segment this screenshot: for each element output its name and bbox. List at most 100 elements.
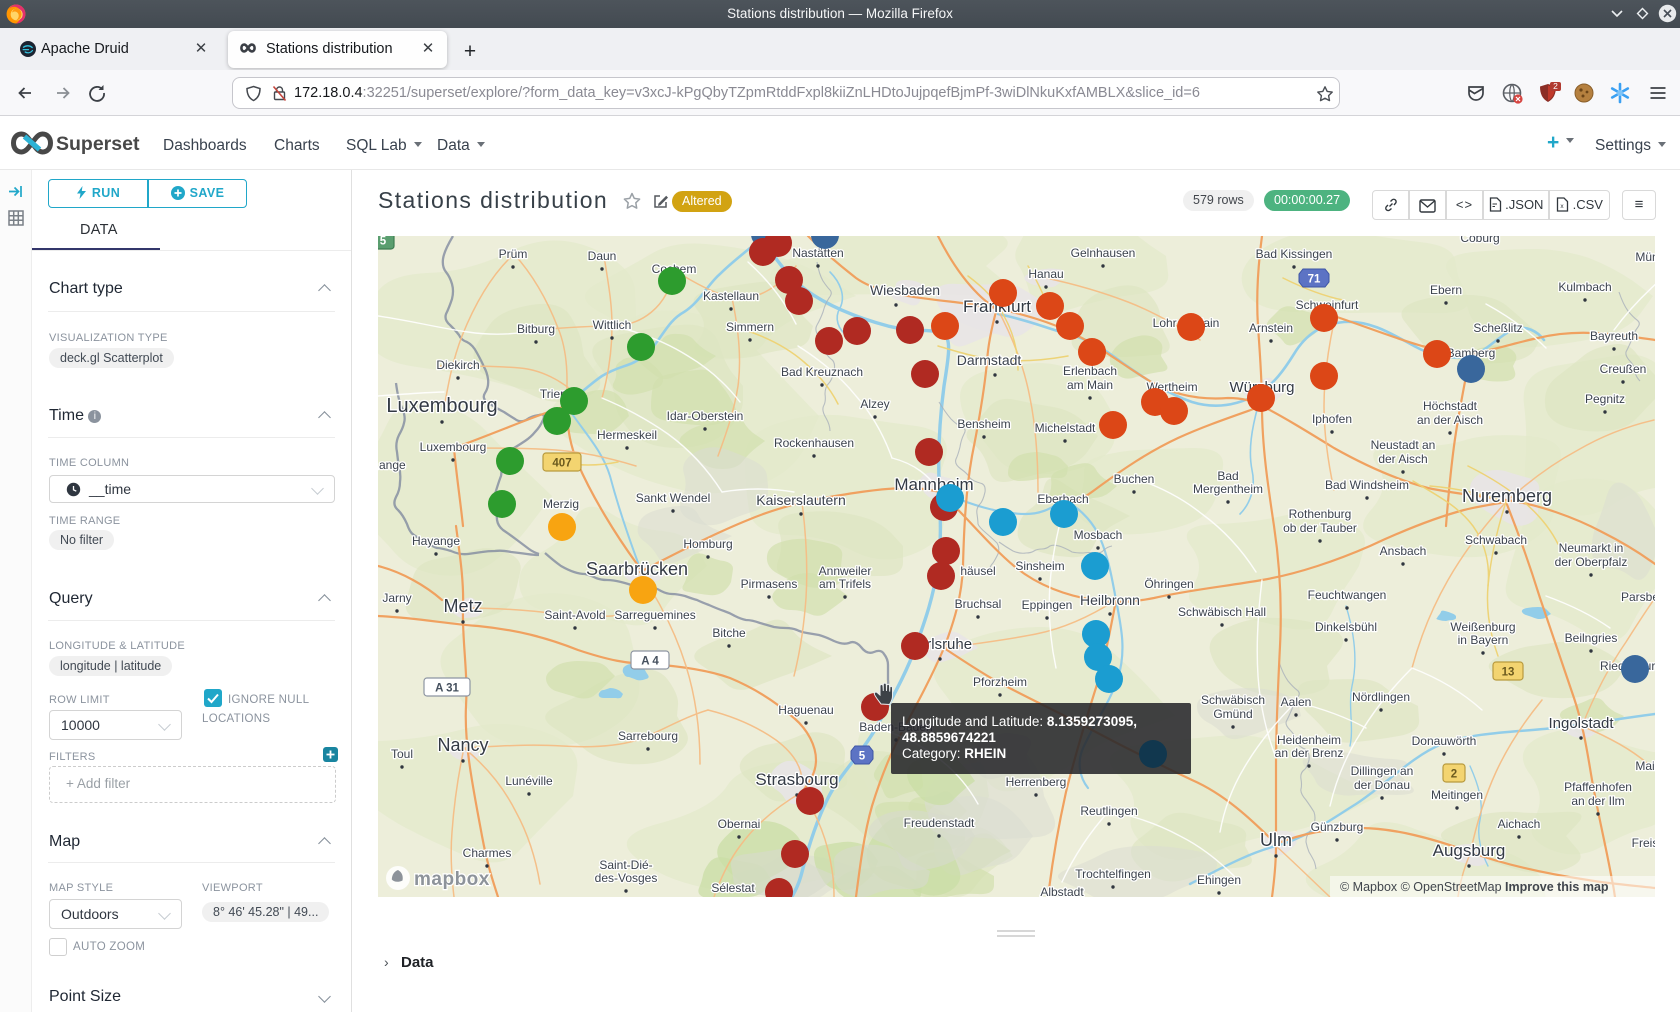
svg-text:Daun: Daun — [588, 249, 617, 263]
svg-text:Freudenstadt: Freudenstadt — [904, 816, 975, 830]
svg-text:Sarrebourg: Sarrebourg — [618, 729, 678, 743]
svg-text:Ingolstadt: Ingolstadt — [1548, 715, 1614, 732]
svg-text:Coburg: Coburg — [1460, 236, 1499, 245]
svg-text:© Mapbox © OpenStreetMap Impro: © Mapbox © OpenStreetMap Improve this ma… — [1340, 880, 1609, 894]
svg-text:Idar-Oberstein: Idar-Oberstein — [667, 409, 744, 423]
svg-text:Annweiler: Annweiler — [819, 564, 872, 578]
svg-text:Toul: Toul — [391, 747, 413, 761]
svg-text:Feuchtwangen: Feuchtwangen — [1308, 588, 1387, 602]
svg-text:Ehingen: Ehingen — [1197, 873, 1241, 887]
svg-text:Meitingen: Meitingen — [1431, 788, 1483, 802]
svg-text:Sinsheim: Sinsheim — [1015, 559, 1064, 573]
svg-text:Obernai: Obernai — [718, 817, 761, 831]
svg-text:Heilbronn: Heilbronn — [1080, 592, 1140, 608]
svg-text:am Trifels: am Trifels — [819, 577, 871, 591]
svg-text:Weißenburg: Weißenburg — [1450, 620, 1515, 634]
svg-text:Beilngries: Beilngries — [1565, 631, 1618, 645]
svg-text:Öhringen: Öhringen — [1144, 577, 1193, 591]
svg-text:Iphofen: Iphofen — [1312, 412, 1352, 426]
svg-text:Diekirch: Diekirch — [436, 358, 479, 372]
svg-text:der Oberpfalz: der Oberpfalz — [1555, 555, 1628, 569]
svg-text:A 4: A 4 — [641, 656, 659, 668]
svg-text:Hermeskeil: Hermeskeil — [597, 428, 657, 442]
svg-text:5: 5 — [380, 236, 387, 248]
svg-text:Freis: Freis — [1632, 836, 1655, 850]
svg-text:A 31: A 31 — [435, 683, 459, 695]
svg-text:Albstadt: Albstadt — [1040, 885, 1084, 897]
svg-text:Trochtelfingen: Trochtelfingen — [1075, 867, 1151, 881]
svg-text:Sélestat: Sélestat — [711, 881, 755, 895]
svg-text:Eppingen: Eppingen — [1022, 598, 1073, 612]
svg-text:Homburg: Homburg — [683, 537, 732, 551]
svg-text:Pegnitz: Pegnitz — [1585, 392, 1625, 406]
svg-text:an der Aisch: an der Aisch — [1417, 413, 1483, 427]
svg-text:Mosbach: Mosbach — [1074, 528, 1123, 542]
svg-text:Günzburg: Günzburg — [1311, 820, 1364, 834]
svg-text:Saint-Dié-: Saint-Dié- — [599, 858, 652, 872]
svg-text:Ebern: Ebern — [1430, 283, 1462, 297]
svg-text:Hanau: Hanau — [1028, 267, 1063, 281]
svg-text:Kastellaun: Kastellaun — [703, 289, 759, 303]
svg-text:Lunéville: Lunéville — [505, 774, 553, 788]
svg-text:Luxembourg: Luxembourg — [420, 440, 487, 454]
svg-text:Sankt Wendel: Sankt Wendel — [636, 491, 711, 505]
svg-text:Pforzheim: Pforzheim — [973, 675, 1027, 689]
svg-text:Parsbe: Parsbe — [1621, 590, 1655, 604]
svg-text:an der Brenz: an der Brenz — [1275, 746, 1344, 760]
svg-text:407: 407 — [552, 458, 571, 470]
svg-text:Saarbrücken: Saarbrücken — [586, 559, 688, 579]
svg-text:2: 2 — [1451, 769, 1457, 781]
svg-text:Jarny: Jarny — [382, 591, 411, 605]
svg-text:Augsburg: Augsburg — [1433, 841, 1506, 860]
svg-text:Wiesbaden: Wiesbaden — [870, 282, 940, 298]
svg-text:Neumarkt in: Neumarkt in — [1559, 541, 1624, 555]
svg-text:Mergentheim: Mergentheim — [1193, 482, 1263, 496]
svg-text:Schwäbisch Hall: Schwäbisch Hall — [1178, 605, 1266, 619]
svg-text:Höchstadt: Höchstadt — [1423, 399, 1478, 413]
svg-text:Bad Kreuznach: Bad Kreuznach — [781, 365, 863, 379]
svg-text:Neustadt an: Neustadt an — [1371, 438, 1436, 452]
svg-text:13: 13 — [1502, 667, 1515, 679]
svg-text:Gelnhausen: Gelnhausen — [1071, 246, 1136, 260]
svg-text:Bad: Bad — [1217, 469, 1238, 483]
svg-text:Donauwörth: Donauwörth — [1412, 734, 1477, 748]
svg-text:Gmünd: Gmünd — [1213, 707, 1252, 721]
svg-text:am Main: am Main — [1067, 378, 1113, 392]
svg-text:Pirmasens: Pirmasens — [741, 577, 798, 591]
svg-text:Darmstadt: Darmstadt — [957, 352, 1022, 368]
svg-text:ob der Tauber: ob der Tauber — [1283, 521, 1357, 535]
svg-text:Simmern: Simmern — [726, 320, 774, 334]
svg-text:Bitche: Bitche — [712, 626, 746, 640]
svg-text:Nuremberg: Nuremberg — [1462, 486, 1552, 506]
svg-text:Ulm: Ulm — [1260, 830, 1292, 850]
svg-text:Dillingen an: Dillingen an — [1351, 764, 1414, 778]
svg-text:Category: RHEIN: Category: RHEIN — [902, 746, 1006, 761]
svg-text:der Aisch: der Aisch — [1378, 452, 1427, 466]
svg-text:Reutlingen: Reutlingen — [1080, 804, 1137, 818]
svg-text:Metz: Metz — [443, 596, 482, 616]
svg-text:Scheßlitz: Scheßlitz — [1473, 321, 1522, 335]
svg-text:x: x — [1560, 203, 1564, 210]
svg-text:Michelstadt: Michelstadt — [1035, 421, 1096, 435]
svg-text:Wittlich: Wittlich — [593, 318, 632, 332]
svg-text:Prüm: Prüm — [499, 247, 528, 261]
svg-text:Bitburg: Bitburg — [517, 322, 555, 336]
svg-text:Buchen: Buchen — [1114, 472, 1155, 486]
svg-text:Heidenheim: Heidenheim — [1277, 733, 1341, 747]
svg-text:Schwabach: Schwabach — [1465, 533, 1527, 547]
svg-text:Rockenhausen: Rockenhausen — [774, 436, 854, 450]
svg-text:Nancy: Nancy — [437, 735, 488, 755]
svg-text:Haguenau: Haguenau — [778, 703, 833, 717]
svg-text:Luxembourg: Luxembourg — [386, 395, 497, 417]
svg-text:an der Ilm: an der Ilm — [1571, 794, 1624, 808]
svg-text:häusel: häusel — [960, 564, 995, 578]
svg-text:Nördlingen: Nördlingen — [1352, 690, 1410, 704]
svg-text:Kulmbach: Kulmbach — [1558, 280, 1611, 294]
svg-text:Herrenberg: Herrenberg — [1006, 775, 1067, 789]
svg-text:Bad Kissingen: Bad Kissingen — [1256, 247, 1333, 261]
svg-text:Kaiserslautern: Kaiserslautern — [756, 492, 846, 508]
svg-text:..ange: ..ange — [378, 458, 406, 472]
svg-text:Bensheim: Bensheim — [957, 417, 1010, 431]
svg-text:Aichach: Aichach — [1498, 817, 1541, 831]
svg-text:48.8859674221: 48.8859674221 — [902, 730, 996, 745]
